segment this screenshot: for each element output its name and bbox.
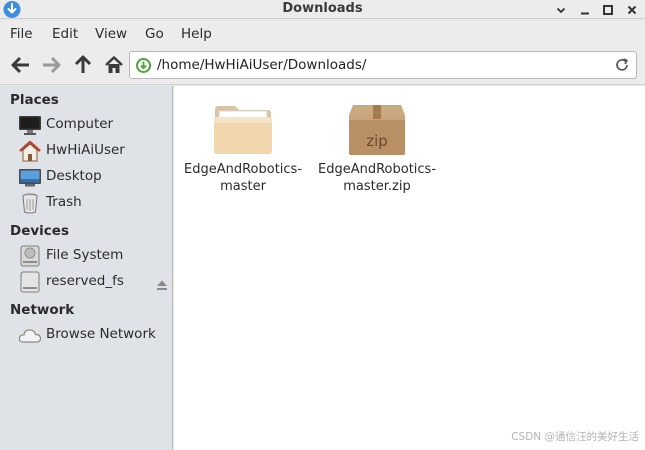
file-item[interactable]: EdgeAndRobotics- master [178,101,308,195]
places-header: Places [10,92,59,108]
watermark: CSDN @通信汪的美好生活 [511,431,639,443]
sidebar-item-label: Computer [46,116,114,132]
menu-edit[interactable]: Edit [52,26,78,42]
network-cloud-icon [18,329,42,343]
close-icon [627,5,637,14]
file-name: EdgeAndRobotics- master.zip [317,162,437,194]
close-button[interactable] [622,0,642,19]
go-arrow-icon[interactable] [135,57,152,74]
sidebar-item-label: Desktop [46,168,102,184]
network-header: Network [10,302,75,318]
file-item[interactable]: zip EdgeAndRobotics- master.zip [312,101,442,195]
window-menu-button[interactable] [551,0,571,19]
trash-icon [22,193,38,214]
menu-help[interactable]: Help [181,26,212,42]
maximize-button[interactable] [598,0,618,19]
location-input[interactable] [157,54,597,76]
minimize-icon [581,12,589,14]
minimize-button[interactable] [575,0,595,19]
menu-bar: File Edit View Go Help [0,21,645,47]
sidebar-item-label: File System [46,247,124,263]
arrow-right-icon [43,56,61,74]
sidebar: Places Computer HwHiAiUser Desktop Trash… [0,86,173,450]
sidebar-item-label: Trash [46,194,82,210]
sidebar-item-computer[interactable]: Computer [16,113,171,137]
home-icon [105,56,123,73]
sidebar-item-label: Browse Network [46,326,156,342]
desktop-icon [19,169,41,187]
home-button[interactable] [102,53,126,77]
file-name: EdgeAndRobotics- master [183,162,303,194]
window-title: Downloads [282,1,363,16]
chevron-down-icon [556,7,566,13]
eject-icon[interactable] [155,278,169,292]
removable-drive-icon [20,271,40,293]
reload-icon[interactable] [614,57,630,73]
devices-header: Devices [10,223,69,239]
maximize-icon [603,4,613,15]
home-folder-icon [19,140,41,162]
arrow-up-icon [74,55,92,73]
menu-go[interactable]: Go [145,26,164,42]
toolbar [0,47,645,85]
address-bar[interactable] [129,51,637,79]
sidebar-item-desktop[interactable]: Desktop [16,165,171,189]
sidebar-item-browse-network[interactable]: Browse Network [16,323,171,347]
title-bar[interactable]: Downloads [0,0,645,19]
sidebar-item-home[interactable]: HwHiAiUser [16,139,171,163]
hard-drive-icon [20,245,40,267]
arrow-left-icon [11,56,29,74]
menu-view[interactable]: View [95,26,127,42]
menu-file[interactable]: File [10,26,33,42]
parent-folder-button[interactable] [71,53,95,77]
folder-icon [214,106,272,154]
zip-archive-icon: zip [349,105,405,155]
sidebar-item-trash[interactable]: Trash [16,191,171,215]
sidebar-item-label: reserved_fs [46,273,124,289]
file-view[interactable]: EdgeAndRobotics- master zip EdgeAndRobot… [174,86,645,450]
zip-badge: zip [366,132,388,150]
sidebar-item-file-system[interactable]: File System [16,244,171,268]
back-button[interactable] [9,53,33,77]
sidebar-item-reserved-fs[interactable]: reserved_fs [16,270,171,294]
forward-button[interactable] [39,53,63,77]
file-manager-window: Downloads File Edit View Go Help /home/H… [0,0,645,450]
computer-icon [19,116,41,135]
sidebar-item-label: HwHiAiUser [46,142,125,158]
